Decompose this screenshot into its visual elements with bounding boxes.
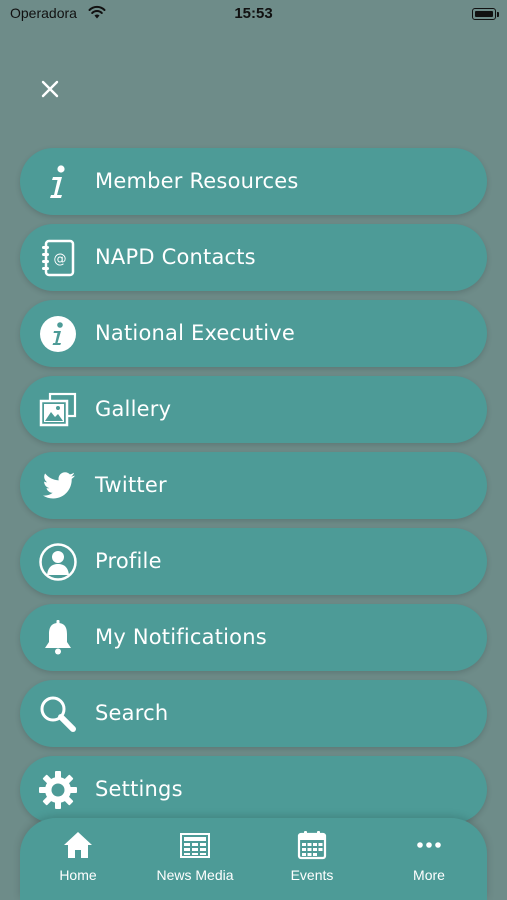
info-circle-icon <box>40 316 76 352</box>
tab-news-media[interactable]: News Media <box>137 818 253 900</box>
address-book-icon: @ <box>42 239 75 277</box>
menu-item-label: Profile <box>95 549 162 573</box>
menu-item-label: Gallery <box>95 397 172 421</box>
tab-events[interactable]: Events <box>254 818 370 900</box>
menu-item-label: Twitter <box>95 473 167 497</box>
tab-home[interactable]: Home <box>20 818 136 900</box>
menu-item-profile[interactable]: Profile <box>20 528 487 595</box>
tab-label: Events <box>290 867 334 883</box>
menu-item-napd-contacts[interactable]: @ NAPD Contacts <box>20 224 487 291</box>
menu-item-label: Search <box>95 701 169 725</box>
menu-item-twitter[interactable]: Twitter <box>20 452 487 519</box>
home-icon <box>64 832 92 858</box>
menu-item-search[interactable]: Search <box>20 680 487 747</box>
bottom-tab-bar: Home News Media Events More <box>20 818 487 900</box>
bell-icon <box>45 620 71 655</box>
tab-more[interactable]: More <box>371 818 487 900</box>
menu-item-member-resources[interactable]: Member Resources <box>20 148 487 215</box>
tab-label: Home <box>59 867 97 883</box>
svg-text:@: @ <box>54 252 67 267</box>
menu-item-label: National Executive <box>95 321 296 345</box>
search-icon <box>40 696 76 732</box>
menu-item-national-executive[interactable]: National Executive <box>20 300 487 367</box>
profile-icon <box>39 543 77 581</box>
twitter-icon <box>42 472 75 499</box>
gallery-icon <box>39 392 77 427</box>
menu-item-my-notifications[interactable]: My Notifications <box>20 604 487 671</box>
tab-label: News Media <box>156 867 234 883</box>
menu-item-label: My Notifications <box>95 625 267 649</box>
battery-icon <box>472 8 499 20</box>
menu-item-label: NAPD Contacts <box>95 245 256 269</box>
calendar-icon <box>297 831 327 860</box>
menu-item-gallery[interactable]: Gallery <box>20 376 487 443</box>
menu-item-label: Member Resources <box>95 169 299 193</box>
menu-item-settings[interactable]: Settings <box>20 756 487 823</box>
tab-label: More <box>413 867 445 883</box>
newspaper-icon <box>180 833 210 858</box>
status-bar: Operadora 15:53 <box>0 0 507 30</box>
more-dots-icon <box>417 842 441 848</box>
close-icon[interactable] <box>35 74 65 104</box>
menu-item-label: Settings <box>95 777 183 801</box>
clock: 15:53 <box>234 5 273 22</box>
gear-icon <box>39 771 77 809</box>
info-italic-icon <box>50 165 65 198</box>
